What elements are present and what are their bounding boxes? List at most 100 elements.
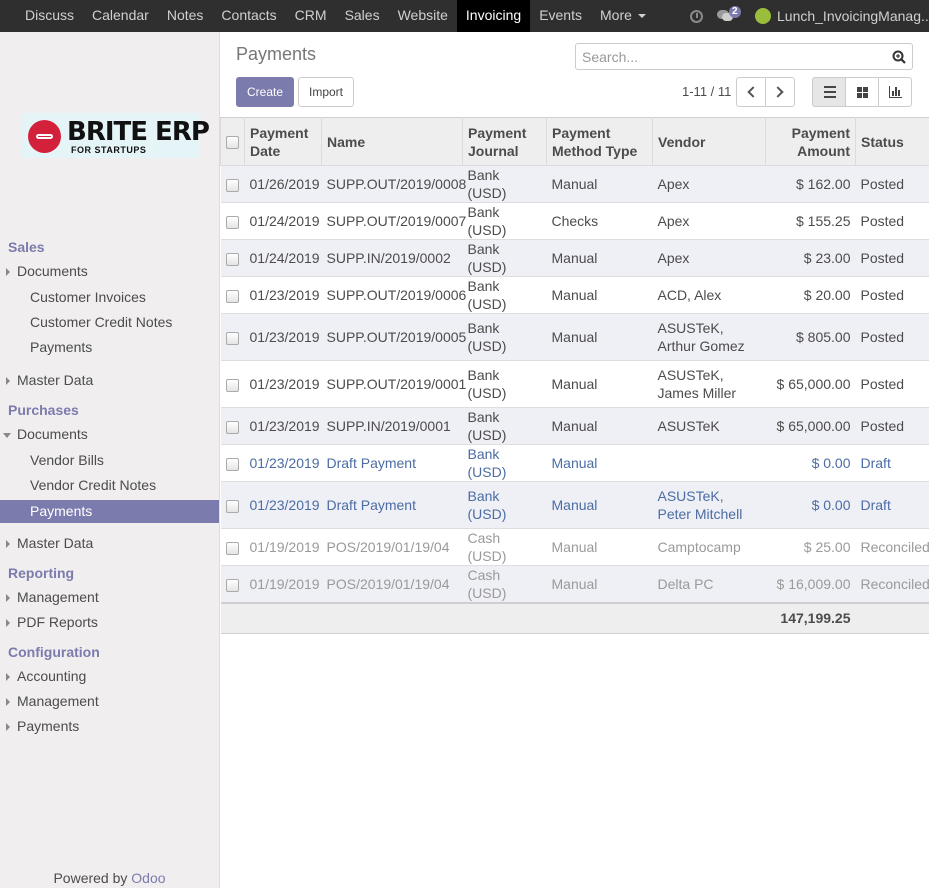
cell-journal: Bank (USD) <box>462 313 547 361</box>
cell-date: 01/23/2019 <box>244 444 322 482</box>
header-payment-date[interactable]: Payment Date <box>244 117 322 166</box>
cell-journal: Bank (USD) <box>462 481 547 529</box>
cell-method: Manual <box>546 444 653 482</box>
caret-right-icon <box>6 377 10 385</box>
header-name[interactable]: Name <box>321 117 463 166</box>
header-vendor[interactable]: Vendor <box>652 117 766 166</box>
row-checkbox[interactable] <box>226 215 239 229</box>
cell-status: Reconciled <box>855 565 929 604</box>
cell-name: SUPP.IN/2019/0001 <box>321 407 463 445</box>
sidebar-purchases-documents[interactable]: Documents <box>0 423 219 446</box>
create-button[interactable]: Create <box>236 77 294 107</box>
menu-contacts[interactable]: Contacts <box>212 0 285 32</box>
cell-vendor: ASUSTeK, Peter Mitchell <box>652 481 766 529</box>
import-button[interactable]: Import <box>298 77 354 107</box>
cell-name: Draft Payment <box>321 444 463 482</box>
sidebar-config-management[interactable]: Management <box>0 690 219 713</box>
table-row[interactable]: 01/24/2019 SUPP.IN/2019/0002 Bank (USD) … <box>220 239 929 277</box>
clock-icon[interactable] <box>690 9 703 23</box>
messages-button[interactable]: 2 <box>717 6 741 22</box>
select-all-checkbox[interactable] <box>226 136 239 150</box>
header-payment-amount[interactable]: Payment Amount <box>765 117 856 166</box>
sidebar-config-payments[interactable]: Payments <box>0 715 219 738</box>
row-checkbox[interactable] <box>226 578 239 592</box>
cell-name: SUPP.OUT/2019/0008 <box>321 165 466 203</box>
table-row[interactable]: 01/23/2019 SUPP.OUT/2019/0001 Bank (USD)… <box>220 360 929 408</box>
search-input[interactable] <box>576 44 876 69</box>
search-icon[interactable] <box>892 50 906 64</box>
pager-previous-button[interactable] <box>736 77 766 107</box>
row-checkbox[interactable] <box>226 331 239 345</box>
user-avatar[interactable] <box>755 8 771 24</box>
cell-date: 01/23/2019 <box>244 313 322 361</box>
sidebar-pdf-reports[interactable]: PDF Reports <box>0 611 219 634</box>
cell-amount: $ 23.00 <box>765 239 856 277</box>
row-checkbox[interactable] <box>226 420 239 434</box>
row-checkbox[interactable] <box>226 457 239 471</box>
sidebar-sales-documents[interactable]: Documents <box>0 260 219 283</box>
table-row[interactable]: 01/26/2019 SUPP.OUT/2019/0008 Bank (USD)… <box>220 165 929 203</box>
table-row[interactable]: 01/23/2019 SUPP.IN/2019/0001 Bank (USD) … <box>220 407 929 445</box>
menu-sales[interactable]: Sales <box>336 0 389 32</box>
cell-date: 01/23/2019 <box>244 407 322 445</box>
pager-value[interactable]: 1-11 / 11 <box>682 84 731 99</box>
sidebar-vendor-bills[interactable]: Vendor Bills <box>0 449 219 472</box>
row-select-cell <box>220 239 245 277</box>
cell-amount: $ 25.00 <box>765 528 856 566</box>
table-row[interactable]: 01/23/2019 Draft Payment Bank (USD) Manu… <box>220 481 929 529</box>
list-icon <box>824 86 836 98</box>
row-checkbox[interactable] <box>226 289 239 303</box>
cell-method: Manual <box>546 565 653 604</box>
row-checkbox[interactable] <box>226 541 239 555</box>
row-checkbox[interactable] <box>226 252 239 266</box>
table-footer-row: 147,199.25 <box>220 602 929 634</box>
cell-name: SUPP.OUT/2019/0006 <box>321 276 466 314</box>
sidebar-purchases-payments[interactable]: Payments <box>0 500 219 523</box>
menu-events[interactable]: Events <box>530 0 591 32</box>
menu-crm[interactable]: CRM <box>286 0 336 32</box>
kanban-view-button[interactable] <box>845 77 879 107</box>
menu-website[interactable]: Website <box>389 0 457 32</box>
row-checkbox[interactable] <box>226 178 239 192</box>
user-menu[interactable]: Lunch_InvoicingManag... <box>777 8 929 24</box>
cell-date: 01/26/2019 <box>244 165 322 203</box>
menu-invoicing[interactable]: Invoicing <box>456 0 531 32</box>
sidebar-purchases-master-data[interactable]: Master Data <box>0 532 219 555</box>
search-box <box>575 43 913 70</box>
cell-date: 01/19/2019 <box>244 528 322 566</box>
table-row[interactable]: 01/23/2019 SUPP.OUT/2019/0006 Bank (USD)… <box>220 276 929 314</box>
sidebar-customer-credit-notes[interactable]: Customer Credit Notes <box>0 311 219 334</box>
table-row[interactable]: 01/24/2019 SUPP.OUT/2019/0007 Bank (USD)… <box>220 202 929 240</box>
sidebar-sales-master-data[interactable]: Master Data <box>0 369 219 392</box>
header-payment-method-type[interactable]: Payment Method Type <box>546 117 653 166</box>
list-view-button[interactable] <box>812 77 846 107</box>
cell-name: SUPP.OUT/2019/0007 <box>321 202 466 240</box>
header-payment-journal[interactable]: Payment Journal <box>462 117 547 166</box>
cell-status: Posted <box>855 202 929 240</box>
row-checkbox[interactable] <box>226 378 239 392</box>
cell-vendor: Apex <box>652 239 766 277</box>
header-status[interactable]: Status <box>855 117 929 166</box>
table-row[interactable]: 01/23/2019 Draft Payment Bank (USD) Manu… <box>220 444 929 482</box>
row-select-cell <box>220 276 245 314</box>
menu-notes[interactable]: Notes <box>158 0 213 32</box>
pager-next-button[interactable] <box>765 77 795 107</box>
table-row[interactable]: 01/19/2019 POS/2019/01/19/04 Cash (USD) … <box>220 565 929 604</box>
sidebar-vendor-credit-notes[interactable]: Vendor Credit Notes <box>0 474 219 497</box>
sidebar-config-accounting[interactable]: Accounting <box>0 665 219 688</box>
row-checkbox[interactable] <box>226 499 239 513</box>
cell-journal: Bank (USD) <box>462 239 547 277</box>
menu-discuss[interactable]: Discuss <box>16 0 83 32</box>
table-row[interactable]: 01/23/2019 SUPP.OUT/2019/0005 Bank (USD)… <box>220 313 929 361</box>
menu-calendar[interactable]: Calendar <box>83 0 158 32</box>
messages-count-badge: 2 <box>729 6 741 18</box>
menu-more[interactable]: More <box>591 0 655 32</box>
sidebar-reporting-management[interactable]: Management <box>0 586 219 609</box>
cell-name: Draft Payment <box>321 481 463 529</box>
cell-amount: $ 16,009.00 <box>765 565 856 604</box>
odoo-link[interactable]: Odoo <box>131 870 165 886</box>
graph-view-button[interactable] <box>878 77 912 107</box>
sidebar-customer-invoices[interactable]: Customer Invoices <box>0 286 219 309</box>
table-row[interactable]: 01/19/2019 POS/2019/01/19/04 Cash (USD) … <box>220 528 929 566</box>
sidebar-sales-payments[interactable]: Payments <box>0 336 219 359</box>
